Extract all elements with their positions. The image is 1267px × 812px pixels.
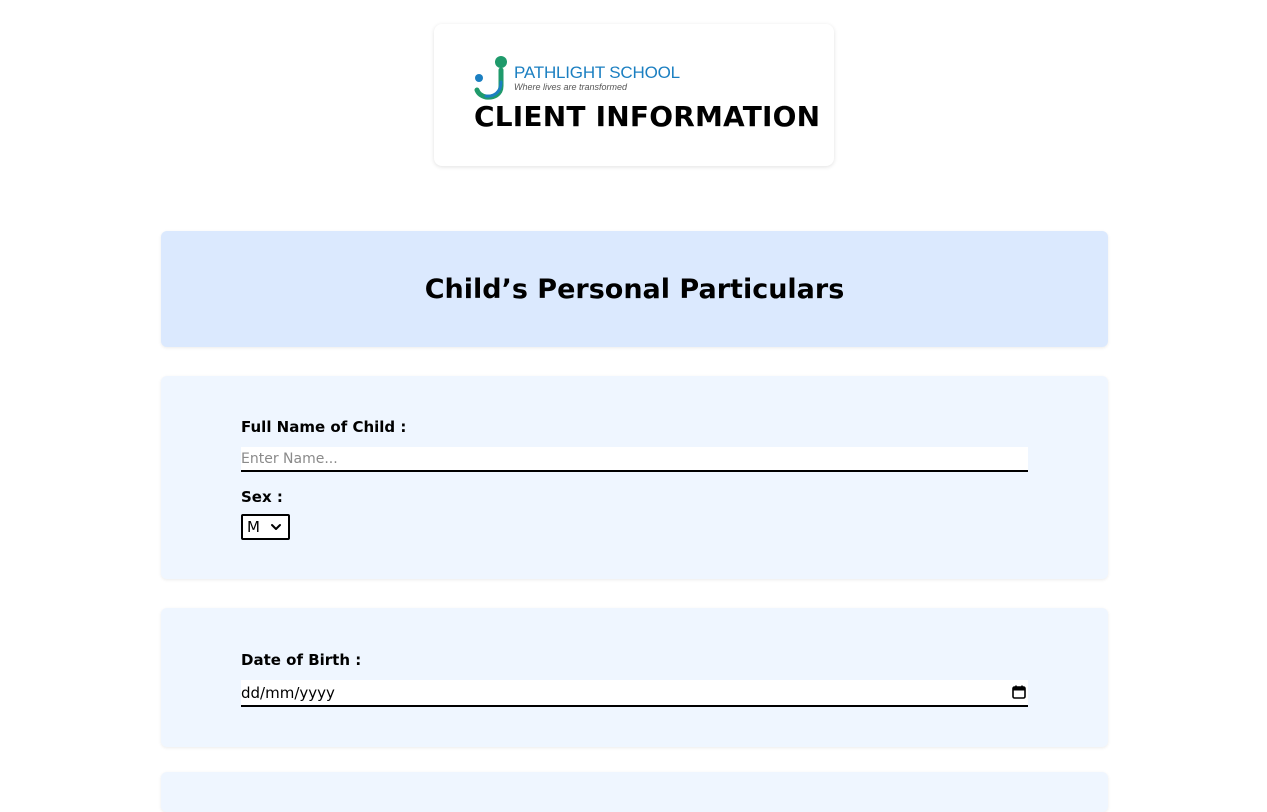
dob-input-value: dd/mm/yyyy bbox=[241, 684, 335, 702]
page-title: CLIENT INFORMATION bbox=[474, 100, 821, 133]
pathlight-logo-icon bbox=[474, 56, 507, 100]
school-logo: PATHLIGHT SCHOOL Where lives are transfo… bbox=[474, 54, 684, 100]
dob-card: Date of Birth : dd/mm/yyyy bbox=[161, 608, 1108, 747]
sex-select-value: M bbox=[247, 518, 260, 536]
dob-label: Date of Birth : bbox=[241, 651, 362, 669]
logo-tagline: Where lives are transformed bbox=[514, 82, 628, 92]
dob-input[interactable]: dd/mm/yyyy bbox=[241, 680, 1028, 707]
section-title: Child’s Personal Particulars bbox=[424, 273, 845, 305]
full-name-input[interactable] bbox=[241, 447, 1028, 472]
name-sex-card: Full Name of Child : Sex : M bbox=[161, 376, 1108, 579]
logo-school-name: PATHLIGHT SCHOOL bbox=[514, 63, 680, 82]
next-card bbox=[161, 772, 1108, 812]
sex-label: Sex : bbox=[241, 488, 283, 506]
chevron-down-icon bbox=[271, 524, 281, 530]
header-card: PATHLIGHT SCHOOL Where lives are transfo… bbox=[434, 24, 834, 166]
calendar-icon[interactable] bbox=[1012, 685, 1026, 699]
section-header: Child’s Personal Particulars bbox=[161, 231, 1108, 347]
sex-select[interactable]: M bbox=[241, 514, 290, 540]
full-name-label: Full Name of Child : bbox=[241, 418, 407, 436]
